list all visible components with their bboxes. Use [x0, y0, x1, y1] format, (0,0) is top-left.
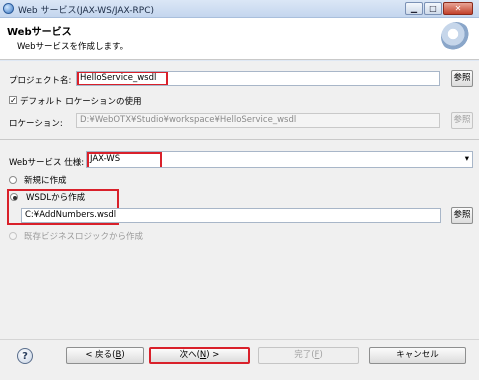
- radio-wsdl[interactable]: [10, 193, 18, 201]
- radio-new[interactable]: [9, 176, 17, 184]
- finish-button-label-close: ): [319, 350, 323, 360]
- back-button[interactable]: < 戻る(B): [66, 347, 144, 364]
- project-name-field[interactable]: HelloService_wsdl: [76, 71, 440, 86]
- wizard-header: Webサービス Webサービスを作成します。: [0, 18, 479, 60]
- next-button-label-close: ) >: [206, 350, 220, 360]
- app-icon: [3, 3, 14, 14]
- default-location-checkbox[interactable]: ✓: [9, 96, 17, 105]
- page-subtitle: Webサービスを作成します。: [17, 42, 129, 52]
- web-service-wizard-icon: [441, 22, 471, 52]
- radio-existing-label: 既存ビジネスロジックから作成: [24, 232, 144, 242]
- help-icon[interactable]: ?: [17, 348, 33, 364]
- spec-label: Webサービス 仕様:: [9, 158, 85, 168]
- back-button-label: < 戻る(: [85, 350, 116, 360]
- radio-existing[interactable]: [9, 232, 17, 240]
- location-browse-button[interactable]: 参照: [451, 112, 473, 129]
- minimize-button[interactable]: ▁: [405, 2, 423, 15]
- project-browse-button[interactable]: 参照: [451, 70, 473, 87]
- chevron-down-icon: ▾: [464, 154, 469, 164]
- default-location-label: デフォルト ロケーションの使用: [20, 97, 142, 107]
- cancel-button[interactable]: キャンセル: [369, 347, 466, 364]
- close-button[interactable]: ✕: [443, 2, 473, 15]
- maximize-button[interactable]: □: [424, 2, 442, 15]
- radio-wsdl-label: WSDLから作成: [26, 193, 86, 203]
- window-title: Web サービス(JAX-WS/JAX-RPC): [18, 6, 154, 16]
- section-divider: [0, 139, 479, 140]
- location-field[interactable]: D:¥WebOTX¥Studio¥workspace¥HelloService_…: [76, 113, 440, 128]
- wsdl-browse-button[interactable]: 参照: [451, 207, 473, 224]
- title-bar[interactable]: Web サービス(JAX-WS/JAX-RPC) ▁ □ ✕: [0, 0, 479, 18]
- wsdl-path-field[interactable]: C:¥AddNumbers.wsdl: [21, 208, 441, 223]
- next-button-label: 次へ(: [179, 350, 200, 360]
- finish-button-label: 完了(: [294, 350, 315, 360]
- next-button[interactable]: 次へ(N) >: [149, 347, 250, 364]
- finish-button[interactable]: 完了(F): [258, 347, 359, 364]
- back-button-label-close: ): [121, 350, 125, 360]
- spec-select[interactable]: JAX-WS ▾: [86, 151, 473, 168]
- page-title: Webサービス: [7, 27, 72, 38]
- project-name-label: プロジェクト名:: [9, 76, 72, 86]
- location-label: ロケーション:: [9, 119, 63, 129]
- radio-new-label: 新規に作成: [24, 176, 67, 186]
